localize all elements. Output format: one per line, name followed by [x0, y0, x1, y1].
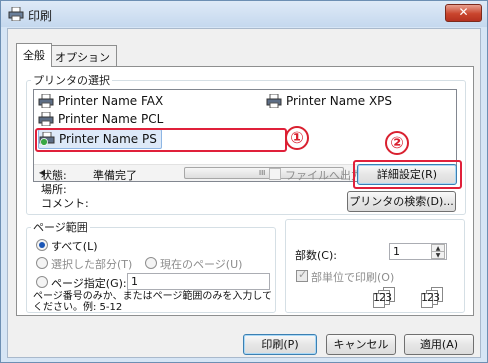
printer-name: Printer Name PCL: [58, 112, 164, 126]
callout-marker-1: ①: [285, 126, 309, 150]
close-button[interactable]: ✕: [445, 4, 482, 22]
printer-icon: [38, 94, 54, 108]
range-all-label: すべて(L): [51, 240, 98, 253]
range-current-page-label: 現在のページ(U): [160, 258, 243, 271]
tab-options[interactable]: オプション: [48, 45, 117, 66]
close-icon: ✕: [458, 5, 469, 19]
tab-general[interactable]: 全般: [16, 43, 52, 67]
printer-item-xps[interactable]: Printer Name XPS: [266, 92, 392, 110]
printer-group-legend: プリンタの選択: [33, 74, 110, 87]
printer-name: Printer Name FAX: [58, 94, 164, 108]
printer-icon: [38, 112, 54, 126]
printer-icon: [8, 7, 24, 21]
range-selection-radio[interactable]: [36, 257, 48, 269]
dialog-body: 全般 オプション プリンタの選択 Printer Name FAX Printe…: [7, 28, 481, 358]
print-dialog: 印刷 ✕ 全般 オプション プリンタの選択 Printer Name FAX P…: [0, 0, 488, 363]
range-pages-label: ページ指定(G):: [51, 277, 127, 290]
scroll-grip: III: [259, 169, 266, 177]
cancel-button[interactable]: キャンセル: [326, 334, 396, 355]
page-range-hint: ページ番号のみか、またはページ範囲のみを入力してください。例: 5-12: [33, 291, 273, 313]
collate-checkbox[interactable]: [296, 268, 308, 282]
range-all-radio[interactable]: [36, 239, 48, 251]
collate-pages-label: 123: [421, 291, 440, 304]
printer-item-pcl[interactable]: Printer Name PCL: [38, 110, 163, 128]
print-to-file-checkbox[interactable]: [269, 168, 281, 180]
collate-pages-label: 123: [373, 291, 392, 304]
collate-pages-icon: 123: [421, 287, 443, 308]
apply-button[interactable]: 適用(A): [404, 334, 474, 355]
printer-name: Printer Name XPS: [286, 94, 393, 108]
range-pages-radio[interactable]: [36, 276, 48, 288]
status-value: 準備完了: [93, 169, 137, 182]
title-bar: 印刷 ✕: [1, 1, 487, 27]
comment-label: コメント:: [41, 197, 89, 210]
range-selection-label: 選択した部分(T): [51, 258, 133, 271]
highlight-preferences-button: [353, 160, 462, 189]
collate-pages-icon: 123: [373, 287, 395, 308]
copies-label: 部数(C):: [295, 249, 337, 262]
page-range-legend: ページ範囲: [33, 221, 88, 234]
print-button[interactable]: 印刷(P): [243, 334, 317, 355]
copies-decrease-button[interactable]: ▼: [431, 251, 445, 259]
collate-label: 部単位で印刷(O): [311, 271, 395, 284]
page-range-input[interactable]: 1: [127, 273, 270, 290]
general-tab-panel: プリンタの選択 Printer Name FAX Printer Name XP…: [16, 66, 474, 316]
printer-item-fax[interactable]: Printer Name FAX: [38, 92, 163, 110]
range-current-page-radio[interactable]: [145, 257, 157, 269]
highlight-selected-printer: [35, 128, 287, 152]
window-title: 印刷: [28, 9, 53, 23]
printer-icon: [266, 94, 282, 108]
find-printer-button[interactable]: プリンタの検索(D)...: [347, 191, 456, 212]
callout-marker-2: ②: [385, 131, 409, 155]
